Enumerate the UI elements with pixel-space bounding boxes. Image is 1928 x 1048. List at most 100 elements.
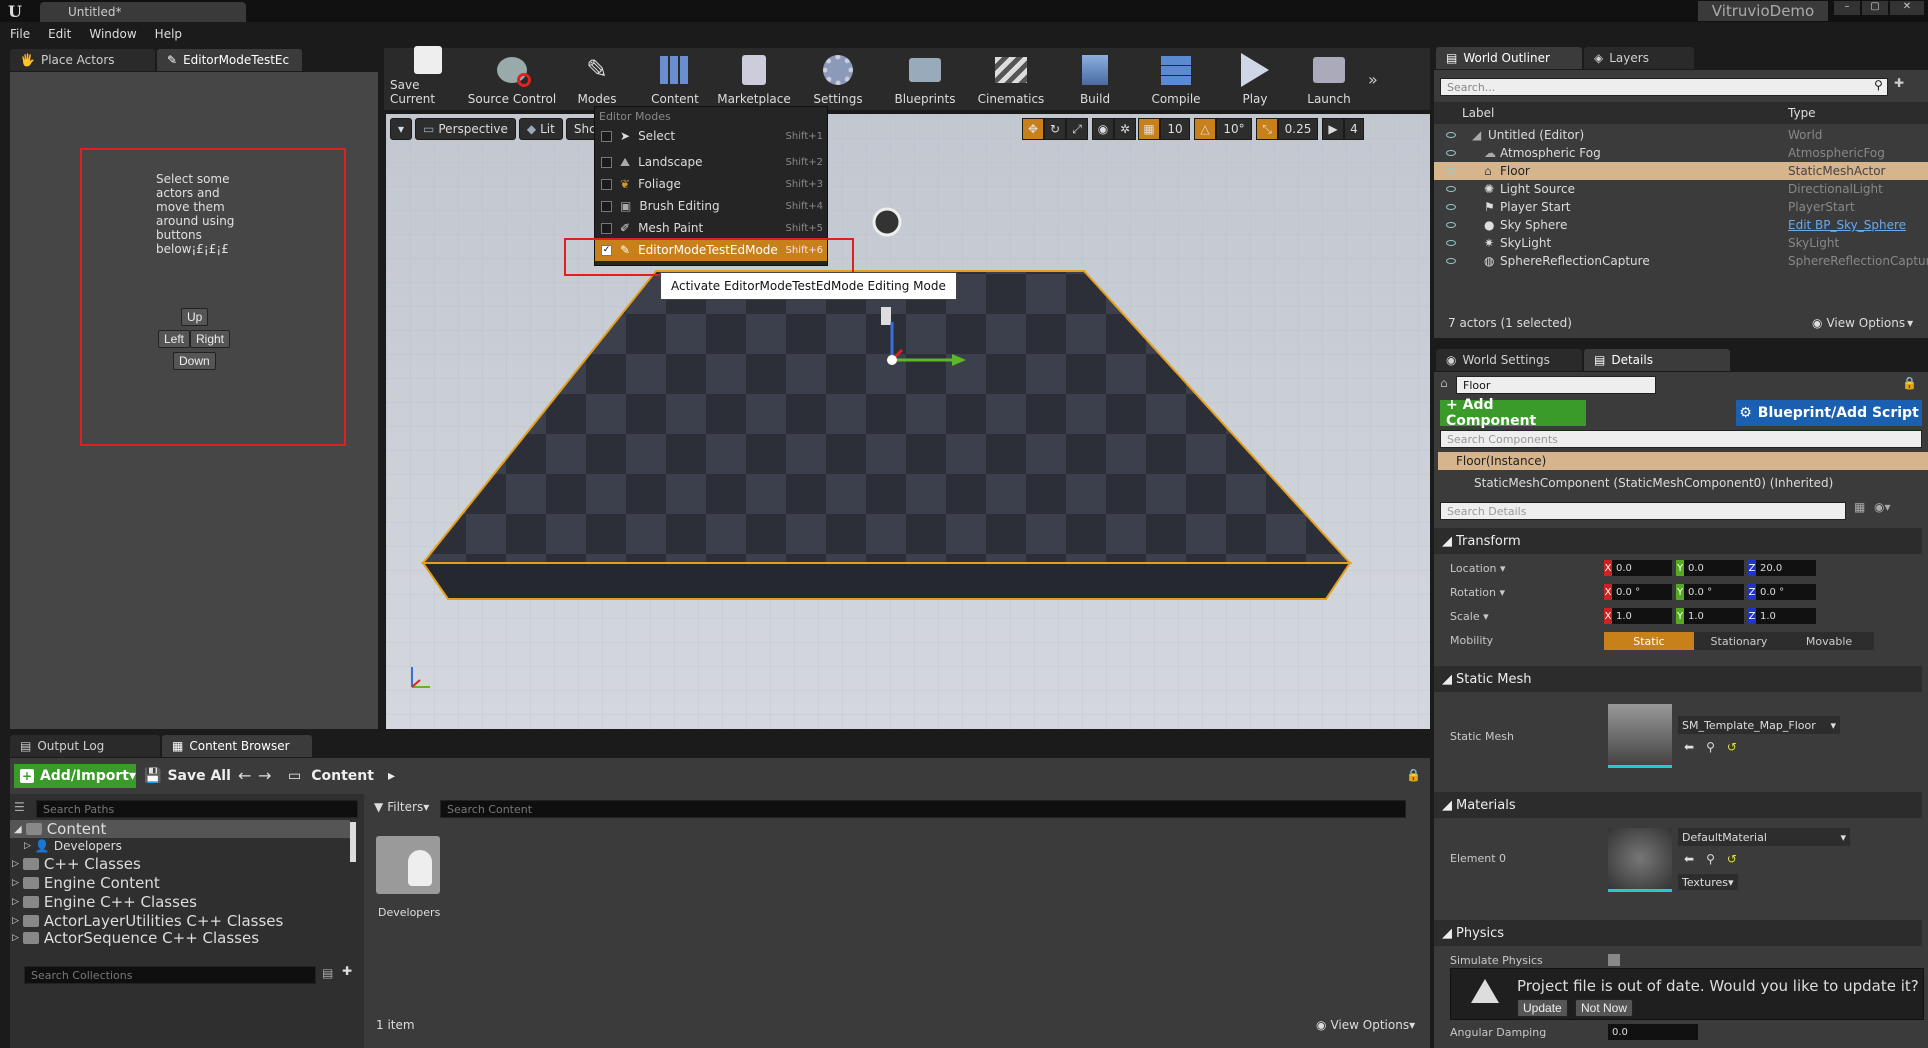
minimize-button[interactable]: – (1834, 1, 1860, 15)
outliner-row[interactable]: ☁ Atmospheric Fog AtmosphericFog (1434, 144, 1928, 162)
mode-select[interactable]: ➤ Select Shift+1 (595, 125, 827, 147)
save-current-button[interactable]: Save Current (390, 46, 466, 108)
outliner-row[interactable]: ◢ Untitled (Editor) World (1434, 126, 1928, 144)
physics-section[interactable]: ◢ Physics (1434, 920, 1922, 946)
blueprint-add-script-button[interactable]: ⚙ Blueprint/Add Script (1736, 400, 1922, 426)
tree-item-developers[interactable]: ▷ 👤 Developers (10, 838, 350, 854)
location-x[interactable]: 0.0 (1612, 560, 1672, 576)
tree-item-engine-content[interactable]: ▷ Engine Content (10, 873, 350, 892)
source-control-button[interactable]: Source Control (466, 50, 558, 108)
visibility-icon[interactable] (1446, 150, 1456, 156)
settings-button[interactable]: Settings (794, 50, 882, 108)
mode-landscape[interactable]: ⛰ Landscape Shift+2 (595, 151, 827, 173)
content-view-options[interactable]: ◉ View Options ▾ (1316, 1018, 1415, 1032)
outliner-row[interactable]: ● Sky Sphere Edit BP_Sky_Sphere (1434, 216, 1928, 234)
edit-blueprint-link[interactable]: Edit BP_Sky_Sphere (1788, 218, 1906, 232)
add-component-button[interactable]: + Add Component (1440, 397, 1586, 429)
compile-button[interactable]: Compile (1136, 50, 1216, 108)
search-components-input[interactable]: Search Components (1440, 430, 1922, 448)
rotation-label[interactable]: Rotation ▾ (1450, 586, 1505, 599)
reset-icon[interactable]: ↺ (1727, 852, 1737, 866)
mesh-thumbnail[interactable] (1608, 704, 1672, 768)
translate-tool-icon[interactable]: ✥ (1022, 118, 1044, 140)
visibility-icon[interactable] (1446, 168, 1456, 174)
back-icon[interactable]: ← (238, 766, 251, 785)
location-label[interactable]: Location ▾ (1450, 562, 1506, 575)
location-z[interactable]: 20.0 (1756, 560, 1816, 576)
outliner-add-icon[interactable]: ✚ (1894, 76, 1904, 90)
tree-item-engine-cpp[interactable]: ▷ Engine C++ Classes (10, 892, 350, 911)
filters-button[interactable]: ▼ Filters ▾ (374, 800, 429, 814)
right-button[interactable]: Right (190, 330, 231, 348)
tree-item-cpp-classes[interactable]: ▷ C++ Classes (10, 854, 350, 873)
path-breadcrumb[interactable]: ▭ Content ▸ (288, 768, 395, 784)
viewport-options-button[interactable]: ▾ (390, 118, 413, 140)
visibility-icon[interactable] (1446, 204, 1456, 210)
rotation-z[interactable]: 0.0 ° (1756, 584, 1816, 600)
menu-help[interactable]: Help (155, 27, 182, 41)
rotation-snap-value[interactable]: 10° (1216, 118, 1252, 140)
outliner-view-options[interactable]: ◉ View Options ▾ (1812, 316, 1913, 330)
use-selected-icon[interactable]: ⬅ (1684, 740, 1694, 754)
left-button[interactable]: Left (158, 330, 191, 348)
tab-output-log[interactable]: ▤ Output Log (10, 735, 160, 757)
blueprints-button[interactable]: Blueprints (882, 50, 968, 108)
static-mesh-dropdown[interactable]: SM_Template_Map_Floor ▾ (1678, 716, 1840, 734)
scale-z[interactable]: 1.0 (1756, 608, 1816, 624)
tree-item-actor-sequence[interactable]: ▷ ActorSequence C++ Classes (10, 930, 350, 946)
material-thumbnail[interactable] (1608, 828, 1672, 892)
sources-toggle-icon[interactable]: ☰ (14, 800, 25, 814)
collections-list-icon[interactable]: ▤ (322, 966, 333, 980)
rotation-y[interactable]: 0.0 ° (1684, 584, 1744, 600)
surface-snap-icon[interactable]: ✲ (1114, 118, 1136, 140)
tab-layers[interactable]: ◈ Layers (1584, 47, 1694, 69)
tab-content-browser[interactable]: ▦ Content Browser (162, 735, 312, 757)
launch-button[interactable]: Launch (1294, 50, 1364, 108)
document-tab[interactable]: Untitled* (40, 2, 246, 22)
lock-icon[interactable]: 🔒 (1406, 768, 1421, 782)
outliner-row-selected[interactable]: ⌂ Floor StaticMeshActor (1434, 162, 1928, 180)
viewport[interactable]: ▾ ▭ Perspective ◆ Lit Sho ✥ ↻ ⤢ ◉ ✲ ▦ 10 △… (386, 114, 1430, 729)
search-content-input[interactable]: Search Content (440, 800, 1406, 818)
floor-instance-row[interactable]: Floor(Instance) (1438, 452, 1928, 470)
mode-brush-editing[interactable]: ▣ Brush Editing Shift+4 (595, 195, 827, 217)
visibility-icon[interactable] (1446, 186, 1456, 192)
scale-tool-icon[interactable]: ⤢ (1066, 118, 1088, 140)
content-button[interactable]: Content (636, 50, 714, 108)
tab-world-outliner[interactable]: ▤ World Outliner (1436, 47, 1582, 69)
simulate-physics-checkbox[interactable] (1608, 954, 1620, 966)
camera-speed-icon[interactable]: ▶ (1322, 118, 1344, 140)
tab-details[interactable]: ▤ Details (1584, 349, 1730, 371)
grid-snap-value[interactable]: 10 (1160, 118, 1190, 140)
play-button[interactable]: Play (1216, 50, 1294, 108)
down-button[interactable]: Down (173, 352, 216, 370)
search-collections-input[interactable]: Search Collections (24, 966, 316, 984)
save-all-button[interactable]: 💾 Save All (144, 768, 231, 784)
menu-window[interactable]: Window (89, 27, 136, 41)
outliner-row[interactable]: ◍ SphereReflectionCapture SphereReflection… (1434, 252, 1928, 270)
mobility-movable[interactable]: Movable (1784, 632, 1874, 650)
search-details-input[interactable]: Search Details (1440, 502, 1846, 520)
mobility-stationary[interactable]: Stationary (1694, 632, 1784, 650)
camera-speed-value[interactable]: 4 (1344, 118, 1364, 140)
search-paths-input[interactable]: Search Paths (36, 800, 358, 818)
tree-item-content[interactable]: ◢ Content (10, 820, 350, 838)
textures-dropdown[interactable]: Textures ▾ (1678, 874, 1738, 890)
outliner-search[interactable]: Search... (1440, 78, 1888, 96)
scale-snap-value[interactable]: 0.25 (1278, 118, 1318, 140)
rotation-snap-icon[interactable]: △ (1194, 118, 1216, 140)
world-local-icon[interactable]: ◉ (1092, 118, 1114, 140)
visibility-icon[interactable] (1446, 240, 1456, 246)
lock-icon[interactable]: 🔒 (1902, 376, 1917, 390)
property-matrix-icon[interactable]: ▦ (1854, 500, 1865, 514)
browse-icon[interactable]: ⚲ (1706, 740, 1715, 754)
scale-x[interactable]: 1.0 (1612, 608, 1672, 624)
angular-damping-field[interactable]: 0.0 (1608, 1024, 1698, 1040)
column-label[interactable]: Label (1462, 106, 1494, 120)
details-eye-icon[interactable]: ◉▾ (1874, 500, 1891, 514)
scale-snap-icon[interactable]: ⤡ (1256, 118, 1278, 140)
outliner-row[interactable]: ⚑ Player Start PlayerStart (1434, 198, 1928, 216)
materials-section[interactable]: ◢ Materials (1434, 792, 1922, 818)
scale-label[interactable]: Scale ▾ (1450, 610, 1489, 623)
outliner-row[interactable]: ✺ Light Source DirectionalLight (1434, 180, 1928, 198)
